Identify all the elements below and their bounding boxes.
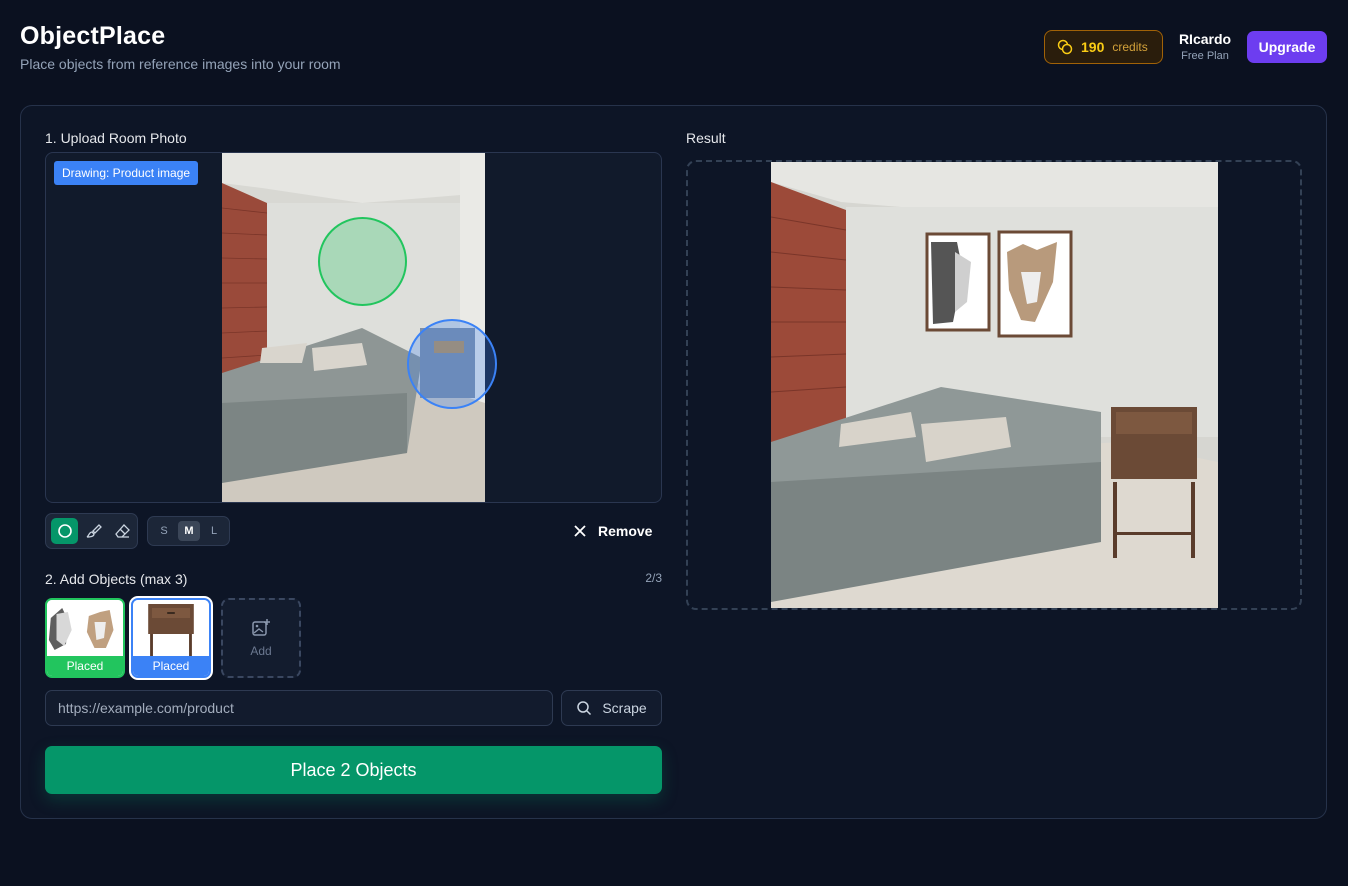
user-name: RIcardo xyxy=(1178,31,1232,47)
remove-button[interactable]: Remove xyxy=(572,520,652,542)
circle-icon xyxy=(57,524,72,538)
result-preview xyxy=(686,160,1302,610)
placement-marker-object-2[interactable] xyxy=(407,319,497,409)
app-title: ObjectPlace xyxy=(20,22,166,50)
remove-label: Remove xyxy=(598,523,653,539)
room-section-label: 1. Upload Room Photo xyxy=(45,130,187,146)
object-thumbnail-wolf-art xyxy=(47,600,123,656)
objects-section-label: 2. Add Objects (max 3) xyxy=(45,571,188,587)
credits-badge[interactable]: 190 credits xyxy=(1044,30,1163,64)
coins-icon xyxy=(1057,39,1073,55)
user-profile[interactable]: RIcardo Free Plan xyxy=(1170,31,1240,62)
object-card-2[interactable]: Placed xyxy=(131,598,211,678)
size-small-button[interactable]: S xyxy=(153,521,175,541)
add-object-button[interactable]: Add xyxy=(221,598,301,678)
upgrade-button[interactable]: Upgrade xyxy=(1247,31,1327,63)
scrape-button[interactable]: Scrape xyxy=(561,690,662,726)
brush-size-group: S M L xyxy=(147,516,230,546)
app-subtitle: Place objects from reference images into… xyxy=(20,56,341,72)
credits-value: 190 xyxy=(1081,39,1105,55)
drawing-tool-group xyxy=(45,513,138,549)
result-photo xyxy=(771,162,1218,608)
result-section-label: Result xyxy=(686,130,726,146)
eraser-tool-button[interactable] xyxy=(109,518,136,544)
add-object-label: Add xyxy=(250,644,272,658)
circle-tool-button[interactable] xyxy=(51,518,78,544)
image-plus-icon xyxy=(252,619,270,636)
search-icon xyxy=(577,701,592,716)
close-icon xyxy=(574,525,586,537)
brush-tool-button[interactable] xyxy=(80,518,107,544)
object-card-1[interactable]: Placed xyxy=(45,598,125,678)
brush-icon xyxy=(86,524,102,538)
object-status: Placed xyxy=(47,656,123,676)
objects-count: 2/3 xyxy=(645,571,662,585)
room-photo-canvas[interactable]: Drawing: Product image xyxy=(45,152,662,503)
credits-label: credits xyxy=(1112,40,1148,54)
drawing-mode-badge: Drawing: Product image xyxy=(54,161,199,185)
product-url-input[interactable] xyxy=(45,690,553,726)
size-medium-button[interactable]: M xyxy=(178,521,200,541)
object-status: Placed xyxy=(133,656,209,676)
scrape-label: Scrape xyxy=(602,700,647,716)
user-plan: Free Plan xyxy=(1181,50,1229,62)
place-objects-button[interactable]: Place 2 Objects xyxy=(45,746,662,794)
placement-marker-object-1[interactable] xyxy=(318,217,407,306)
eraser-icon xyxy=(114,524,130,538)
object-thumbnail-nightstand xyxy=(133,600,209,656)
size-large-button[interactable]: L xyxy=(203,521,225,541)
